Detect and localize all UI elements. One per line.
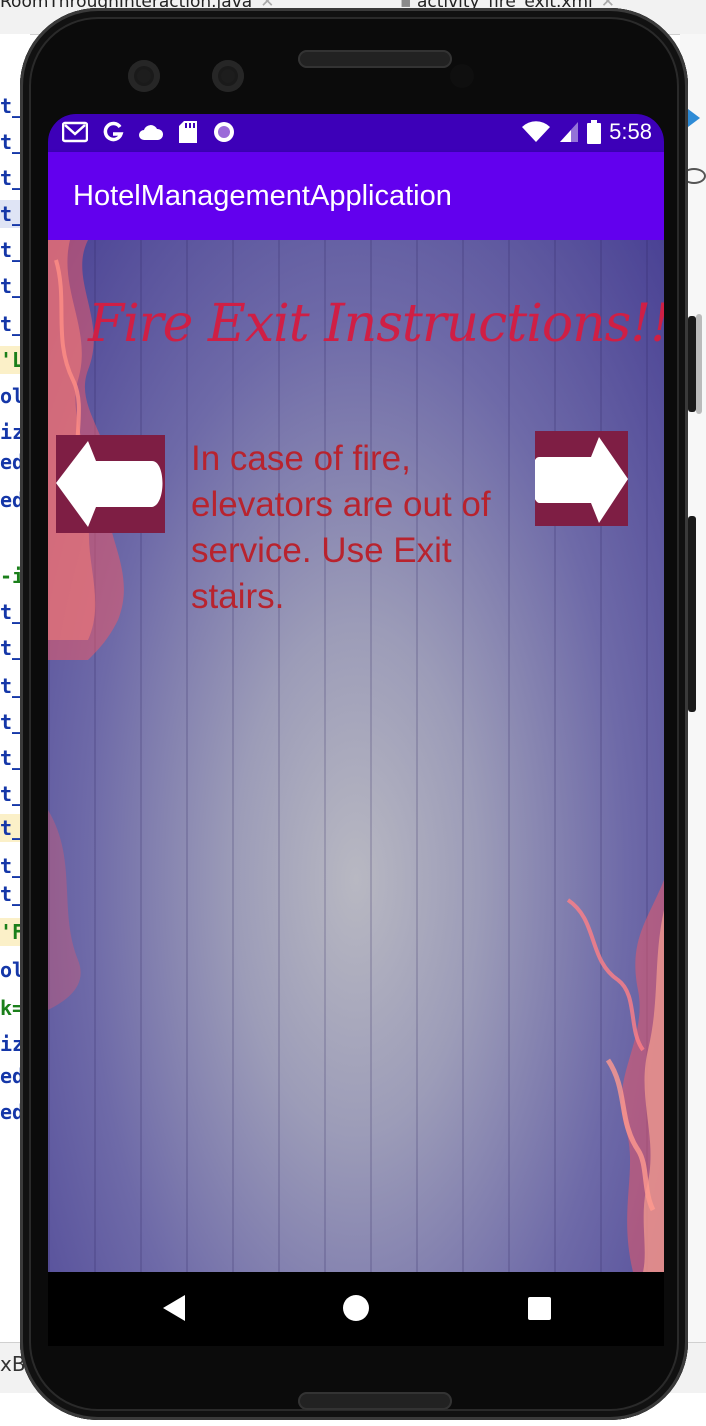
previous-button[interactable]: [56, 435, 165, 533]
power-button[interactable]: [688, 516, 696, 712]
page-title: Fire Exit Instructions!!: [88, 294, 664, 354]
recents-icon[interactable]: [528, 1297, 551, 1320]
circle-icon: [214, 122, 234, 142]
instruction-text: In case of fire, elevators are out of se…: [191, 439, 491, 616]
back-icon[interactable]: [163, 1295, 185, 1321]
sd-card-icon: [179, 121, 197, 143]
phone-screen: 5:58 HotelManagementApplication Fire Exi…: [48, 114, 664, 1346]
next-button[interactable]: [531, 431, 628, 526]
signal-icon: [560, 122, 579, 142]
top-speaker: [298, 50, 452, 68]
proximity-sensor-icon: [450, 64, 474, 88]
google-icon: [103, 121, 124, 142]
fire-exit-content: Fire Exit Instructions!! In case of fire…: [48, 240, 664, 1272]
bottom-speaker: [298, 1392, 452, 1410]
front-camera-icon: [212, 60, 244, 92]
navigation-bar: [48, 1272, 664, 1346]
app-title: HotelManagementApplication: [73, 180, 452, 212]
home-icon[interactable]: [342, 1294, 370, 1322]
status-bar: 5:58: [48, 114, 664, 152]
left-arrow-icon: [56, 441, 163, 527]
scrollbar[interactable]: [696, 314, 702, 414]
sensor-icon: [128, 60, 160, 92]
battery-icon: [587, 120, 602, 144]
gmail-icon: [62, 121, 88, 143]
app-bar: HotelManagementApplication: [48, 152, 664, 240]
wifi-icon: [522, 121, 551, 142]
volume-button[interactable]: [688, 316, 696, 412]
right-arrow-icon: [531, 437, 628, 523]
cloud-icon: [139, 125, 164, 140]
clock: 5:58: [609, 119, 652, 144]
flame-right-icon: [566, 880, 664, 1272]
flame-left-lower-icon: [48, 810, 81, 1010]
